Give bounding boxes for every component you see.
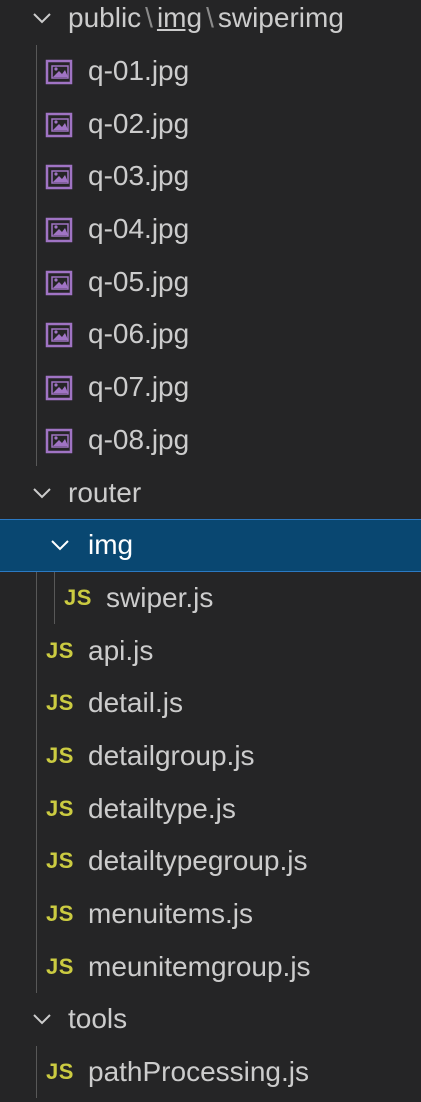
image-file-icon [44,214,74,244]
file-row-js[interactable]: JS detailtype.js [0,782,421,835]
javascript-file-icon: JS [46,1059,74,1085]
image-file-icon [44,425,74,455]
file-label: swiper.js [106,581,214,613]
file-row-js[interactable]: JS swiper.js [0,572,421,625]
file-label: api.js [88,634,154,666]
javascript-file-icon: JS [46,848,74,874]
image-file-icon [44,372,74,402]
file-label: q-05.jpg [88,265,190,297]
file-label: meunitemgroup.js [88,950,311,982]
file-row-image[interactable]: q-03.jpg [0,150,421,203]
file-label: detail.js [88,687,183,719]
chevron-down-icon [28,1005,56,1033]
javascript-file-icon: JS [46,742,74,768]
file-row-js[interactable]: JS pathProcessing.js [0,1046,421,1099]
images-group: q-01.jpg q-02.jpg q-03.jpg q-04.jpg q-05.jpg… [0,44,421,467]
file-row-image[interactable]: q-08.jpg [0,414,421,467]
file-row-js[interactable]: JS menuitems.js [0,888,421,941]
file-row-js[interactable]: JS meunitemgroup.js [0,940,421,993]
path-separator: \ [145,2,153,34]
image-file-icon [44,56,74,86]
folder-label: tools [68,1003,128,1035]
file-row-image[interactable]: q-05.jpg [0,255,421,308]
path-segment: img [156,2,203,34]
chevron-down-icon [28,4,56,32]
file-row-image[interactable]: q-02.jpg [0,97,421,150]
file-label: detailtypegroup.js [88,845,308,877]
file-label: q-07.jpg [88,371,190,403]
path-segment: public [68,2,142,34]
file-label: menuitems.js [88,898,253,930]
folder-public-img-swiperimg[interactable]: public \ img \ swiperimg [0,0,421,45]
tools-group: JS pathProcessing.js [0,1045,421,1099]
image-file-icon [44,319,74,349]
file-explorer-tree: public \ img \ swiperimg q-01.jpg q-02.jpg q-0… [0,0,421,1099]
file-label: q-03.jpg [88,160,190,192]
image-file-icon [44,267,74,297]
path-separator: \ [206,2,214,34]
image-file-icon [44,161,74,191]
folder-router[interactable]: router [0,466,421,519]
folder-label: router [68,476,142,508]
file-row-image[interactable]: q-04.jpg [0,203,421,256]
file-label: q-04.jpg [88,213,190,245]
file-label: pathProcessing.js [88,1056,310,1088]
file-row-js[interactable]: JS api.js [0,624,421,677]
javascript-file-icon: JS [64,584,92,610]
chevron-down-icon [28,479,56,507]
javascript-file-icon: JS [46,795,74,821]
javascript-file-icon: JS [46,690,74,716]
file-row-image[interactable]: q-07.jpg [0,361,421,414]
file-label: q-08.jpg [88,423,190,455]
file-row-js[interactable]: JS detailgroup.js [0,730,421,783]
folder-tools[interactable]: tools [0,993,421,1046]
file-row-js[interactable]: JS detail.js [0,677,421,730]
javascript-file-icon: JS [46,637,74,663]
file-row-image[interactable]: q-01.jpg [0,45,421,98]
image-file-icon [44,109,74,139]
file-label: detailtype.js [88,792,236,824]
file-row-image[interactable]: q-06.jpg [0,308,421,361]
javascript-file-icon: JS [46,901,74,927]
router-group: img JS swiper.js JS api.js JS detail.js JS det… [0,518,421,994]
folder-img[interactable]: img [0,518,421,572]
folder-path: public \ img \ swiperimg [68,2,344,34]
path-segment: swiperimg [217,2,344,34]
file-label: q-06.jpg [88,318,190,350]
img-group: JS swiper.js [0,571,421,625]
file-label: q-02.jpg [88,107,190,139]
chevron-down-icon [46,531,74,559]
javascript-file-icon: JS [46,953,74,979]
file-label: q-01.jpg [88,55,190,87]
folder-label: img [88,529,134,561]
file-row-js[interactable]: JS detailtypegroup.js [0,835,421,888]
file-label: detailgroup.js [88,739,255,771]
